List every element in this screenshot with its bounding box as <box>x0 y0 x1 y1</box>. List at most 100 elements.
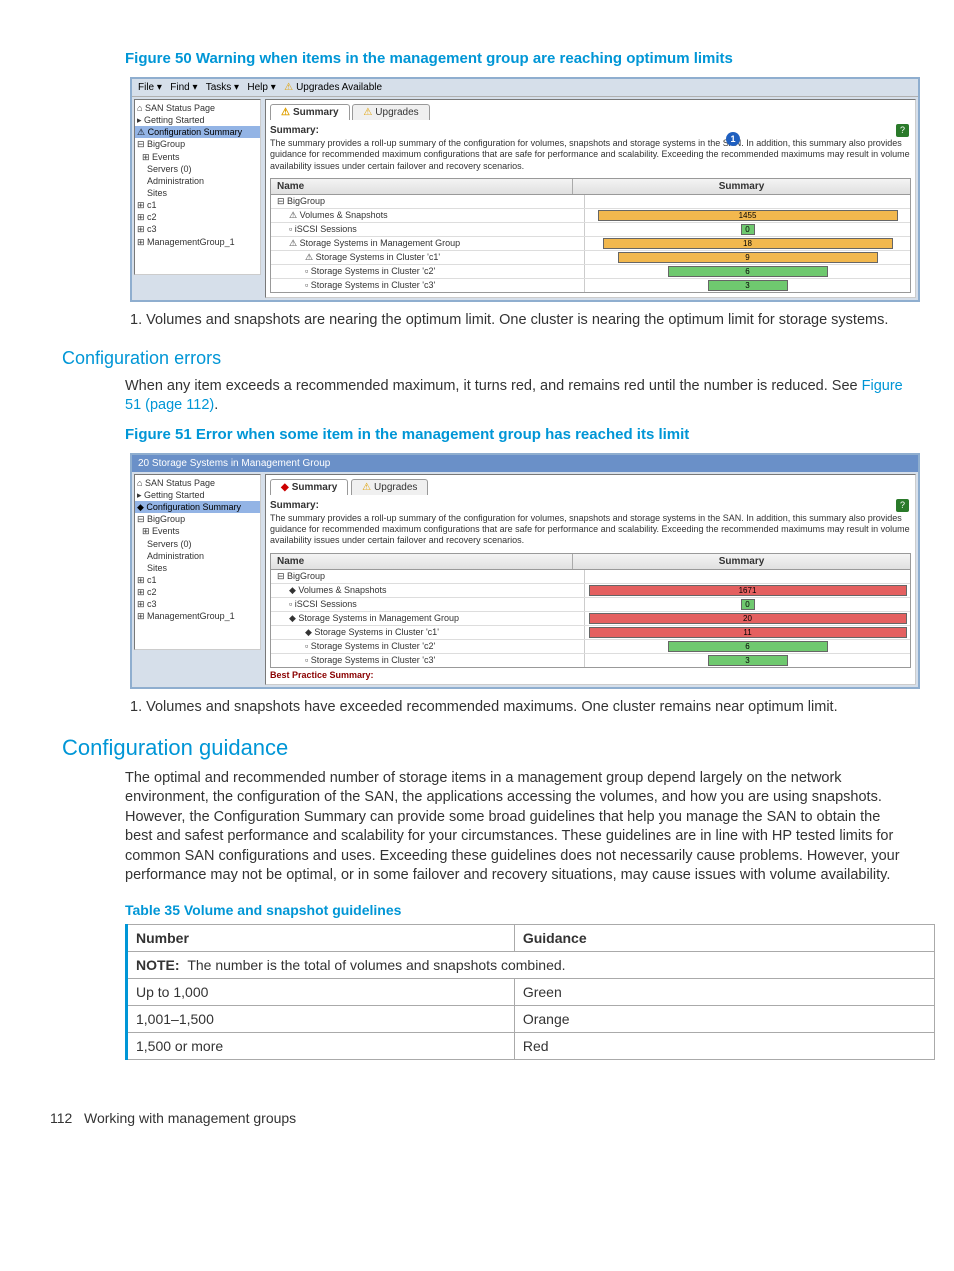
cell-summary: 3 <box>585 279 910 292</box>
tree-getting-started[interactable]: ▸ Getting Started <box>135 489 260 501</box>
tree-san-status[interactable]: ⌂ SAN Status Page <box>135 102 260 114</box>
menu-file[interactable]: File ▾ <box>138 82 162 93</box>
tree-admin[interactable]: Administration <box>135 550 260 562</box>
grid-row[interactable]: ◆ Volumes & Snapshots1671 <box>271 584 910 598</box>
help-icon[interactable]: ? <box>896 124 909 137</box>
grid-row[interactable]: ⚠ Storage Systems in Cluster 'c1'9 <box>271 251 910 265</box>
tree-biggroup[interactable]: ⊟ BigGroup <box>135 138 260 150</box>
summary-label: Summary: <box>270 125 911 136</box>
summary-bar: 6 <box>668 641 828 652</box>
tab-summary[interactable]: Summary <box>270 479 348 495</box>
menu-tasks[interactable]: Tasks ▾ <box>206 82 239 93</box>
summary-description: The summary provides a roll-up summary o… <box>270 136 911 178</box>
tree-events[interactable]: ⊞ Events <box>135 525 260 537</box>
cell-name: ▫ iSCSI Sessions <box>271 598 585 611</box>
tree-config-summary[interactable]: ◆ Configuration Summary <box>135 501 260 513</box>
grid-header: Name Summary <box>270 553 911 570</box>
tree-san-status[interactable]: ⌂ SAN Status Page <box>135 477 260 489</box>
cell-name: ⚠ Storage Systems in Management Group <box>271 237 585 250</box>
cell-name: ▫ Storage Systems in Cluster 'c2' <box>271 265 585 278</box>
grid-row[interactable]: ▫ Storage Systems in Cluster 'c3' 3 <box>271 279 910 292</box>
cell-name: ▫ iSCSI Sessions <box>271 223 585 236</box>
summary-bar: 0 <box>741 224 755 235</box>
tree-servers[interactable]: Servers (0) <box>135 538 260 550</box>
tab-upgrades[interactable]: Upgrades <box>351 479 428 495</box>
upgrades-available-link[interactable]: Upgrades Available <box>284 82 382 93</box>
summary-bar: 3 <box>708 280 788 291</box>
grid-header: Name Summary <box>270 178 911 195</box>
grid-row[interactable]: ⚠ Volumes & Snapshots1455 <box>271 209 910 223</box>
cell-summary: 11 <box>585 626 910 639</box>
tree-c3[interactable]: ⊞ c3 <box>135 598 260 610</box>
cell-name: ◆ Volumes & Snapshots <box>271 584 585 597</box>
table-35: Number Guidance NOTE: The number is the … <box>125 924 935 1060</box>
summary-bar: 0 <box>741 599 755 610</box>
cell-summary: 18 <box>585 237 910 250</box>
grid-row[interactable]: ◆ Storage Systems in Management Group20 <box>271 612 910 626</box>
grid-body-50: ⊟ BigGroup⚠ Volumes & Snapshots1455▫ iSC… <box>270 195 911 293</box>
cell-summary: 0 <box>585 223 910 236</box>
cell-summary: 3 <box>585 654 910 667</box>
tree-mg1[interactable]: ⊞ ManagementGroup_1 <box>135 610 260 622</box>
tree-biggroup[interactable]: ⊟ BigGroup <box>135 513 260 525</box>
config-guidance-heading: Configuration guidance <box>62 735 904 761</box>
tree-sites[interactable]: Sites <box>135 187 260 199</box>
cell-name: ⊟ BigGroup <box>271 570 585 583</box>
figure-51-caption: 1. Volumes and snapshots have exceeded r… <box>130 699 904 715</box>
cell-summary: 1455 <box>585 209 910 222</box>
grid-row[interactable]: ▫ iSCSI Sessions 0 <box>271 223 910 237</box>
grid-row[interactable]: ⚠ Storage Systems in Management Group18 <box>271 237 910 251</box>
config-errors-text: When any item exceeds a recommended maxi… <box>125 377 904 416</box>
figure-51-title: Figure 51 Error when some item in the ma… <box>125 426 904 443</box>
cell-summary: 6 <box>585 265 910 278</box>
tab-upgrades[interactable]: Upgrades <box>352 104 429 120</box>
cell-summary: 1671 <box>585 584 910 597</box>
tree-c2[interactable]: ⊞ c2 <box>135 211 260 223</box>
main-pane: Summary Upgrades ? 1 Summary: The summar… <box>265 99 916 298</box>
grid-row[interactable]: ▫ Storage Systems in Cluster 'c2' 6 <box>271 640 910 654</box>
help-icon[interactable]: ? <box>896 499 909 512</box>
tree-events[interactable]: ⊞ Events <box>135 151 260 163</box>
grid-row[interactable]: ⊟ BigGroup <box>271 195 910 209</box>
col-summary-header[interactable]: Summary <box>573 554 910 569</box>
grid-body-51: ⊟ BigGroup◆ Volumes & Snapshots1671▫ iSC… <box>270 570 911 668</box>
col-name-header[interactable]: Name <box>271 179 573 194</box>
tree-c1[interactable]: ⊞ c1 <box>135 574 260 586</box>
grid-row[interactable]: ▫ Storage Systems in Cluster 'c2'6 <box>271 265 910 279</box>
grid-row[interactable]: ⊟ BigGroup <box>271 570 910 584</box>
summary-bar: 9 <box>618 252 878 263</box>
cell-name: ⚠ Volumes & Snapshots <box>271 209 585 222</box>
table-row: Up to 1,000Green <box>127 979 935 1006</box>
tree-config-summary[interactable]: ⚠ Configuration Summary <box>135 126 260 138</box>
tree-admin[interactable]: Administration <box>135 175 260 187</box>
grid-row[interactable]: ▫ Storage Systems in Cluster 'c3'3 <box>271 654 910 667</box>
tree-getting-started[interactable]: ▸ Getting Started <box>135 114 260 126</box>
menu-help[interactable]: Help ▾ <box>247 82 275 93</box>
tab-summary[interactable]: Summary <box>270 104 350 120</box>
summary-description: The summary provides a roll-up summary o… <box>270 511 911 553</box>
config-guidance-body: The optimal and recommended number of st… <box>125 769 904 886</box>
menu-find[interactable]: Find ▾ <box>170 82 197 93</box>
tree-c1[interactable]: ⊞ c1 <box>135 199 260 211</box>
tree-sites[interactable]: Sites <box>135 562 260 574</box>
grid-row[interactable]: ▫ iSCSI Sessions 0 <box>271 598 910 612</box>
cell-name: ▫ Storage Systems in Cluster 'c3' <box>271 279 585 292</box>
cell-name: ◆ Storage Systems in Cluster 'c1' <box>271 626 585 639</box>
grid-row[interactable]: ◆ Storage Systems in Cluster 'c1' 11 <box>271 626 910 640</box>
summary-bar: 11 <box>589 627 907 638</box>
tree-c3[interactable]: ⊞ c3 <box>135 223 260 235</box>
table-row: 1,500 or moreRed <box>127 1033 935 1060</box>
cell-summary <box>585 195 910 208</box>
nav-tree-51[interactable]: ⌂ SAN Status Page ▸ Getting Started ◆ Co… <box>134 474 261 650</box>
tree-mg1[interactable]: ⊞ ManagementGroup_1 <box>135 236 260 248</box>
cell-summary: 9 <box>585 251 910 264</box>
col-name-header[interactable]: Name <box>271 554 573 569</box>
tree-servers[interactable]: Servers (0) <box>135 163 260 175</box>
tree-c2[interactable]: ⊞ c2 <box>135 586 260 598</box>
cell-name: ▫ Storage Systems in Cluster 'c2' <box>271 640 585 653</box>
page-number: 112 <box>50 1110 72 1126</box>
col-summary-header[interactable]: Summary <box>573 179 910 194</box>
best-practice-label: Best Practice Summary: <box>270 668 911 680</box>
window-titlebar: 20 Storage Systems in Management Group <box>132 455 918 472</box>
nav-tree[interactable]: ⌂ SAN Status Page ▸ Getting Started ⚠ Co… <box>134 99 261 275</box>
